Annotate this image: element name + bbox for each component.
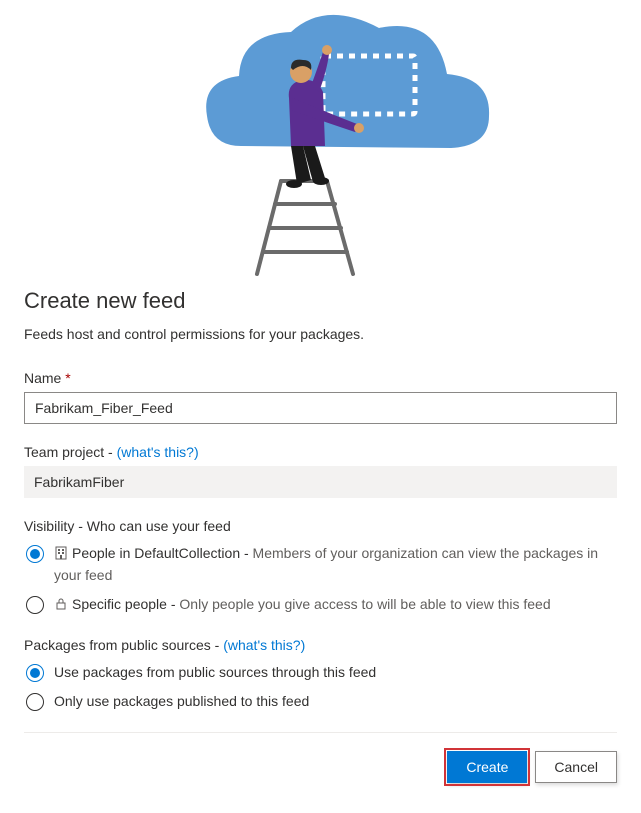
name-field: Name * — [24, 370, 617, 424]
public-sources-section: Packages from public sources - (what's t… — [24, 637, 617, 712]
visibility-option-title: People in DefaultCollection - — [72, 545, 253, 561]
radio-input[interactable] — [26, 693, 44, 711]
team-project-value: FabrikamFiber — [24, 466, 617, 498]
public-sources-heading: Packages from public sources - (what's t… — [24, 637, 617, 653]
team-project-field: Team project - (what's this?) FabrikamFi… — [24, 444, 617, 498]
public-sources-hint-link[interactable]: (what's this?) — [223, 637, 305, 653]
radio-input[interactable] — [26, 545, 44, 563]
visibility-option-org[interactable]: People in DefaultCollection - Members of… — [24, 544, 617, 585]
team-project-hint-link[interactable]: (what's this?) — [117, 444, 199, 460]
organization-icon — [54, 546, 68, 566]
public-sources-option-use[interactable]: Use packages from public sources through… — [24, 663, 617, 683]
radio-input[interactable] — [26, 596, 44, 614]
button-row: Create Cancel — [24, 751, 617, 783]
visibility-section: Visibility - Who can use your feed Peopl… — [24, 518, 617, 617]
radio-label: Only use packages published to this feed — [54, 692, 617, 712]
dialog-title: Create new feed — [24, 288, 617, 314]
cloud-illustration — [141, 6, 501, 276]
create-button[interactable]: Create — [447, 751, 527, 783]
visibility-option-specific[interactable]: Specific people - Only people you give a… — [24, 595, 617, 617]
visibility-option-desc: Only people you give access to will be a… — [179, 596, 550, 612]
team-project-label: Team project - (what's this?) — [24, 444, 617, 460]
hero-illustration — [0, 0, 641, 282]
dialog-subtitle: Feeds host and control permissions for y… — [24, 326, 617, 342]
radio-input[interactable] — [26, 664, 44, 682]
name-label: Name * — [24, 370, 617, 386]
required-marker: * — [65, 370, 70, 386]
visibility-option-title: Specific people - — [72, 596, 179, 612]
public-sources-option-only[interactable]: Only use packages published to this feed — [24, 692, 617, 712]
cancel-button[interactable]: Cancel — [535, 751, 617, 783]
radio-label: Use packages from public sources through… — [54, 663, 617, 683]
lock-icon — [54, 597, 68, 617]
visibility-heading: Visibility - Who can use your feed — [24, 518, 617, 534]
divider — [24, 732, 617, 733]
name-input[interactable] — [24, 392, 617, 424]
